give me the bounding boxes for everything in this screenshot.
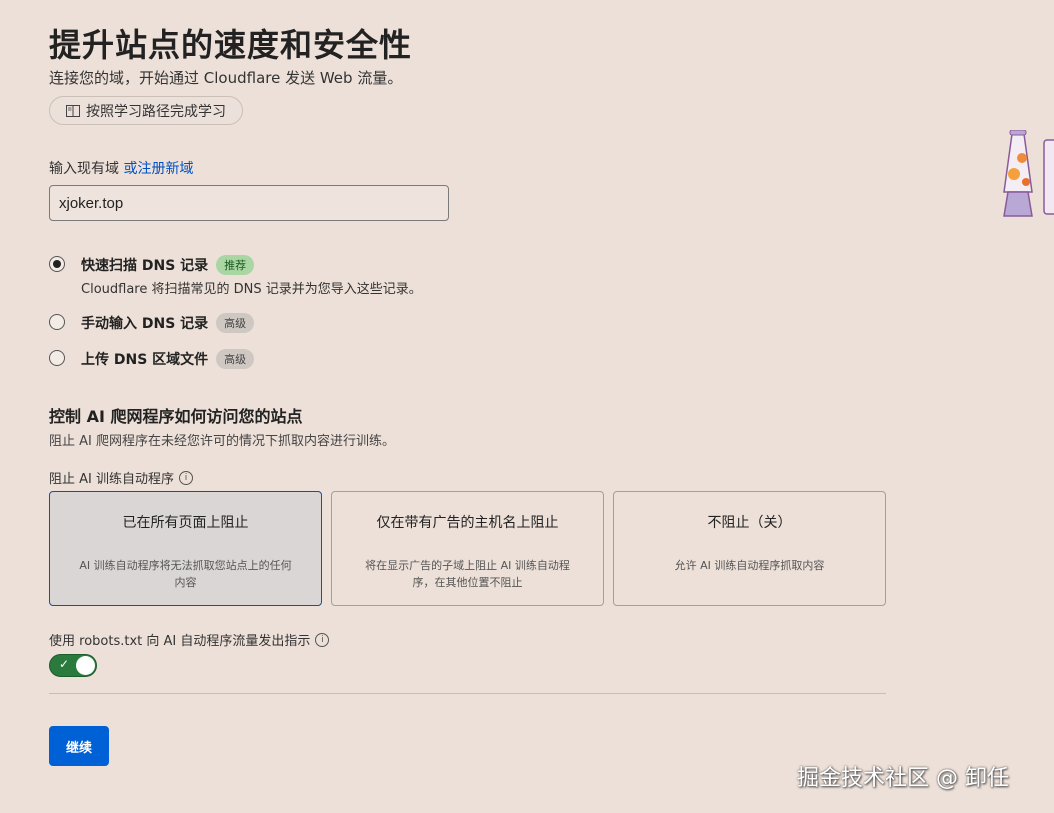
option-manual-dns[interactable]: 手动输入 DNS 记录 高级 — [49, 313, 255, 333]
divider — [49, 693, 886, 694]
card-desc: AI 训练自动程序将无法抓取您站点上的任何内容 — [79, 559, 292, 589]
card-desc: 允许 AI 训练自动程序抓取内容 — [674, 559, 825, 572]
robots-toggle[interactable]: ✓ — [49, 654, 97, 677]
robots-label: 使用 robots.txt 向 AI 自动程序流量发出指示 i — [49, 630, 330, 649]
card-title: 已在所有页面上阻止 — [122, 515, 249, 531]
ai-section-desc: 阻止 AI 爬网程序在未经您许可的情况下抓取内容进行训练。 — [49, 434, 395, 449]
card-desc: 将在显示广告的子域上阻止 AI 训练自动程序，在其他位置不阻止 — [365, 559, 570, 589]
card-block-all[interactable]: 已在所有页面上阻止 AI 训练自动程序将无法抓取您站点上的任何内容 — [49, 491, 322, 606]
advanced-badge: 高级 — [216, 349, 255, 369]
check-icon: ✓ — [59, 657, 70, 671]
robots-label-text: 使用 robots.txt 向 AI 自动程序流量发出指示 — [49, 634, 311, 649]
radio-upload-zone[interactable] — [49, 350, 65, 366]
radio-quick-scan[interactable] — [49, 256, 65, 272]
domain-label-text: 输入现有域 — [49, 161, 119, 177]
option-title: 手动输入 DNS 记录 — [81, 316, 209, 332]
card-title: 仅在带有广告的主机名上阻止 — [376, 515, 559, 531]
info-icon[interactable]: i — [179, 470, 193, 485]
page-subtitle: 连接您的域，开始通过 Cloudflare 发送 Web 流量。 — [49, 69, 403, 87]
option-title: 快速扫描 DNS 记录 — [81, 258, 209, 274]
domain-label: 输入现有域 或注册新域 — [49, 158, 193, 178]
block-ai-label-text: 阻止 AI 训练自动程序 — [49, 472, 174, 487]
recommended-badge: 推荐 — [216, 255, 255, 275]
option-upload-zone[interactable]: 上传 DNS 区域文件 高级 — [49, 349, 255, 369]
card-title: 不阻止（关） — [707, 515, 792, 531]
info-icon[interactable]: i — [315, 632, 330, 647]
domain-input[interactable] — [49, 185, 449, 221]
radio-manual-dns[interactable] — [49, 314, 65, 330]
learning-path-label: 按照学习路径完成学习 — [86, 102, 226, 119]
option-quick-scan[interactable]: 快速扫描 DNS 记录 推荐 Cloudflare 将扫描常见的 DNS 记录并… — [49, 255, 422, 297]
book-icon — [66, 104, 80, 117]
option-title: 上传 DNS 区域文件 — [81, 352, 209, 368]
card-block-ads-only[interactable]: 仅在带有广告的主机名上阻止 将在显示广告的子域上阻止 AI 训练自动程序，在其他… — [331, 491, 604, 606]
learning-path-button[interactable]: 按照学习路径完成学习 — [49, 96, 243, 125]
watermark: 掘金技术社区 @ 卸任 — [797, 766, 1009, 791]
toggle-knob — [76, 656, 95, 675]
continue-button[interactable]: 继续 — [49, 726, 109, 766]
lava-lamp-illustration — [1003, 130, 1054, 217]
card-no-block[interactable]: 不阻止（关） 允许 AI 训练自动程序抓取内容 — [613, 491, 886, 606]
advanced-badge: 高级 — [216, 313, 255, 333]
option-desc: Cloudflare 将扫描常见的 DNS 记录并为您导入这些记录。 — [81, 282, 422, 297]
page-title: 提升站点的速度和安全性 — [49, 26, 413, 64]
register-domain-link[interactable]: 或注册新域 — [123, 161, 193, 177]
block-ai-label: 阻止 AI 训练自动程序 i — [49, 468, 193, 487]
ai-section-title: 控制 AI 爬网程序如何访问您的站点 — [49, 407, 303, 426]
